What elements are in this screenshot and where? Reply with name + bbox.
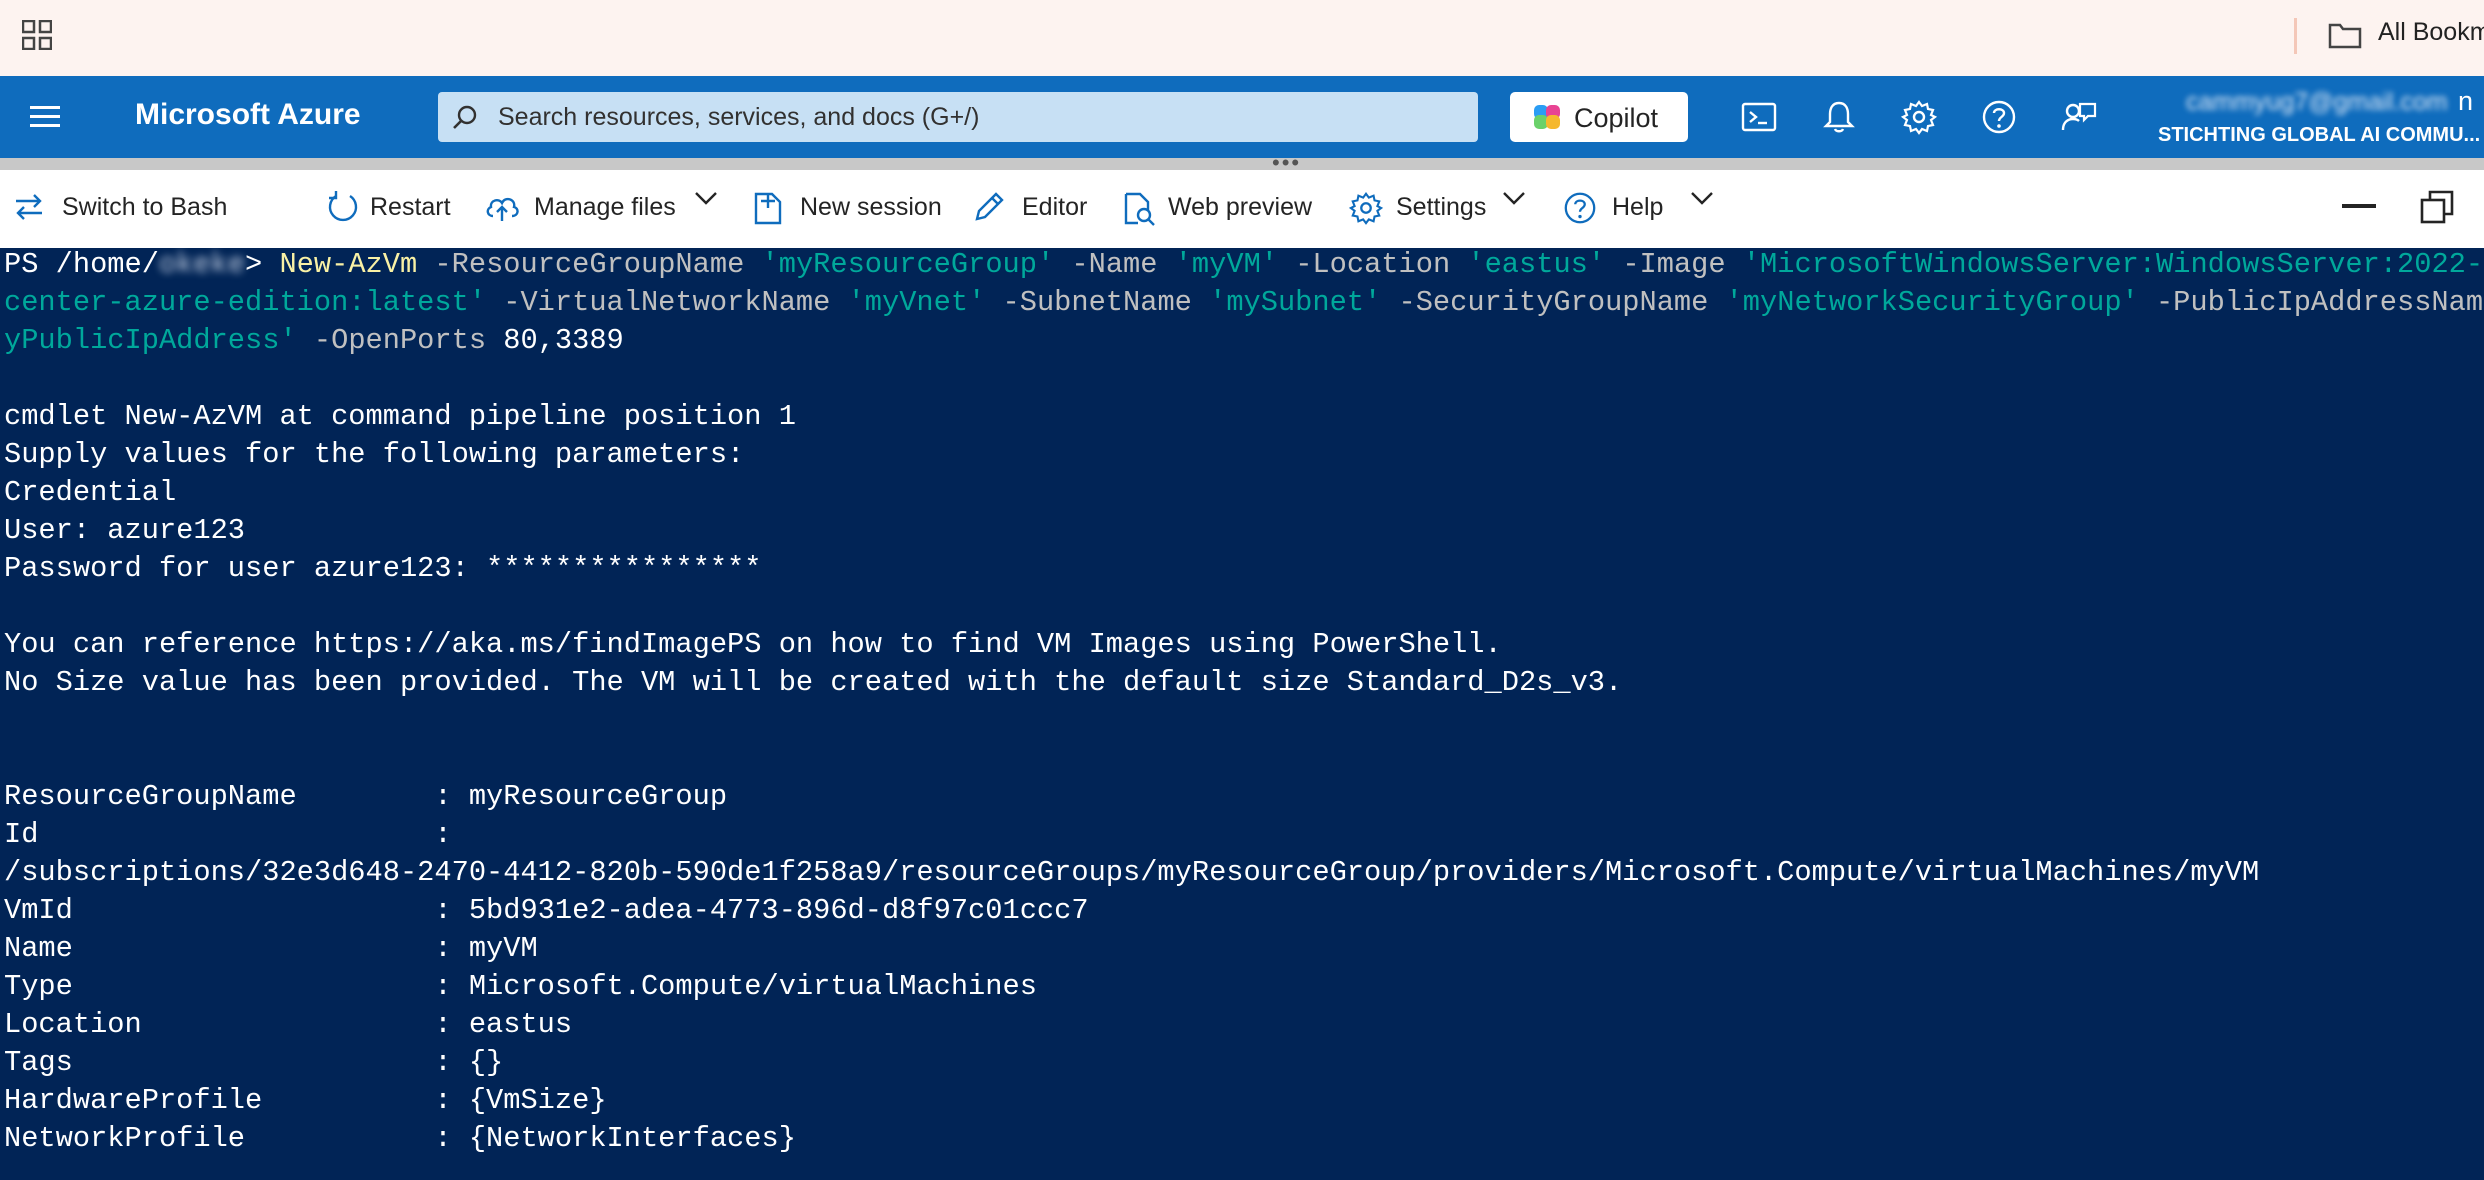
result-line: Id : bbox=[4, 818, 452, 851]
chevron-down-icon bbox=[1503, 192, 1525, 205]
string-arg: yPublicIpAddress' bbox=[4, 324, 297, 357]
string-arg: 'myNetworkSecurityGroup' bbox=[1725, 286, 2139, 319]
chevron-down-icon bbox=[1691, 192, 1713, 205]
prompt-suffix: > bbox=[245, 248, 280, 281]
result-line: Type : Microsoft.Compute/virtualMachines bbox=[4, 970, 1037, 1003]
pencil-icon bbox=[975, 192, 1004, 221]
string-arg: 'myResourceGroup' bbox=[761, 248, 1055, 281]
result-line: ResourceGroupName : myResourceGroup bbox=[4, 780, 728, 813]
folder-icon[interactable] bbox=[2328, 20, 2362, 50]
copilot-button[interactable]: Copilot bbox=[1510, 92, 1688, 142]
web-preview-label: Web preview bbox=[1168, 193, 1313, 221]
command-line-1: PS /home/okeke> New-AzVm -ResourceGroupN… bbox=[4, 248, 2484, 281]
account-email-suffix: n bbox=[2458, 86, 2474, 116]
output-line: Supply values for the following paramete… bbox=[4, 438, 745, 471]
search-icon bbox=[453, 105, 477, 129]
new-session-icon bbox=[754, 192, 782, 225]
output-line: No Size value has been provided. The VM … bbox=[4, 666, 1623, 699]
all-bookmarks-link[interactable]: All Bookm bbox=[2378, 18, 2484, 47]
result-line: NetworkProfile : {NetworkInterfaces} bbox=[4, 1122, 796, 1155]
switch-to-bash-label: Switch to Bash bbox=[62, 193, 228, 221]
account-org[interactable]: STICHTING GLOBAL AI COMMU... bbox=[2158, 124, 2480, 147]
menu-icon[interactable] bbox=[30, 104, 60, 130]
result-line: Tags : {} bbox=[4, 1046, 504, 1079]
restart-button[interactable]: Restart bbox=[326, 170, 476, 248]
command-line-2: center-azure-edition:latest' -VirtualNet… bbox=[4, 286, 2484, 319]
result-line: Location : eastus bbox=[4, 1008, 573, 1041]
settings-label: Settings bbox=[1396, 193, 1487, 221]
output-line: Password for user azure123: ************… bbox=[4, 552, 762, 585]
output-line: User: azure123 bbox=[4, 514, 246, 547]
editor-label: Editor bbox=[1022, 193, 1088, 221]
gear-icon[interactable] bbox=[1900, 98, 1938, 136]
output-line: Credential bbox=[4, 476, 177, 509]
result-line: Name : myVM bbox=[4, 932, 538, 965]
prompt-user: okeke bbox=[158, 248, 246, 281]
result-line: HardwareProfile : {VmSize} bbox=[4, 1084, 607, 1117]
bookmarks-bar: All Bookm bbox=[0, 0, 2484, 76]
cloud-shell-icon[interactable] bbox=[1740, 98, 1778, 136]
string-arg: 'myVM' bbox=[1174, 248, 1278, 281]
search-bar[interactable]: Search resources, services, and docs (G+… bbox=[438, 92, 1478, 142]
manage-files-label: Manage files bbox=[534, 193, 676, 221]
string-arg: 'eastus' bbox=[1467, 248, 1606, 281]
chevron-down-icon bbox=[695, 192, 717, 205]
copilot-icon bbox=[1534, 105, 1560, 129]
brand-title[interactable]: Microsoft Azure bbox=[135, 98, 361, 132]
new-session-button[interactable]: New session bbox=[752, 170, 952, 248]
result-line: /subscriptions/32e3d648-2470-4412-820b-5… bbox=[4, 856, 2260, 889]
azure-header: Microsoft Azure Search resources, servic… bbox=[0, 76, 2484, 158]
web-preview-button[interactable]: Web preview bbox=[1122, 170, 1342, 248]
param-text: -Image bbox=[1605, 248, 1743, 281]
restore-window-icon[interactable] bbox=[2420, 190, 2454, 224]
param-text: -Location bbox=[1278, 248, 1468, 281]
param-text: -ResourceGroupName bbox=[417, 248, 762, 281]
settings-button[interactable]: Settings bbox=[1348, 170, 1528, 248]
account-email[interactable]: cammyug7@gmail.com bbox=[2186, 88, 2448, 117]
command-line-3: yPublicIpAddress' -OpenPorts 80,3389 bbox=[4, 324, 624, 357]
feedback-icon[interactable] bbox=[2060, 98, 2098, 136]
switch-to-bash-button[interactable]: Switch to Bash bbox=[12, 170, 242, 248]
param-text: -PublicIpAddressName bbox=[2138, 286, 2484, 319]
cmdlet-name: New-AzVm bbox=[279, 248, 418, 281]
apps-grid-icon[interactable] bbox=[22, 20, 52, 50]
manage-files-button[interactable]: Manage files bbox=[484, 170, 724, 248]
help-circle-icon bbox=[1564, 192, 1596, 224]
string-arg: 'mySubnet' bbox=[1209, 286, 1382, 319]
prompt-prefix: PS /home/ bbox=[4, 248, 159, 281]
help-icon[interactable] bbox=[1980, 98, 2018, 136]
param-text: -SubnetName bbox=[985, 286, 1210, 319]
copilot-label: Copilot bbox=[1574, 103, 1659, 133]
help-label: Help bbox=[1612, 193, 1664, 221]
output-line: You can reference https://aka.ms/findIma… bbox=[4, 628, 1502, 661]
cloud-shell-toolbar: Switch to Bash Restart Manage files New … bbox=[0, 170, 2484, 248]
bell-icon[interactable] bbox=[1820, 98, 1858, 136]
search-input[interactable]: Search resources, services, and docs (G+… bbox=[498, 103, 979, 132]
web-preview-icon bbox=[1124, 192, 1155, 226]
param-text: -SecurityGroupName bbox=[1381, 286, 1726, 319]
help-menu-button[interactable]: Help bbox=[1562, 170, 1722, 248]
bookmarks-separator bbox=[2294, 18, 2297, 54]
editor-button[interactable]: Editor bbox=[972, 170, 1122, 248]
switch-arrows-icon bbox=[16, 194, 42, 220]
terminal[interactable]: PS /home/okeke> New-AzVm -ResourceGroupN… bbox=[0, 248, 2484, 1180]
resize-handle[interactable] bbox=[0, 158, 2484, 170]
param-text: -OpenPorts bbox=[296, 324, 504, 357]
param-text: -VirtualNetworkName bbox=[486, 286, 848, 319]
restart-label: Restart bbox=[370, 193, 451, 221]
result-line: VmId : 5bd931e2-adea-4773-896d-d8f97c01c… bbox=[4, 894, 1089, 927]
number-arg: 80,3389 bbox=[503, 324, 624, 357]
output-line: cmdlet New-AzVM at command pipeline posi… bbox=[4, 400, 796, 433]
string-arg: center-azure-edition:latest' bbox=[4, 286, 487, 319]
string-arg: 'MicrosoftWindowsServer:WindowsServer:20… bbox=[1742, 248, 2484, 281]
restart-icon bbox=[328, 191, 358, 222]
new-session-label: New session bbox=[800, 193, 942, 221]
string-arg: 'myVnet' bbox=[847, 286, 986, 319]
cloud-upload-icon bbox=[486, 197, 519, 221]
minimize-icon[interactable] bbox=[2342, 204, 2376, 208]
settings-gear-icon bbox=[1348, 192, 1384, 225]
param-text: -Name bbox=[1054, 248, 1175, 281]
